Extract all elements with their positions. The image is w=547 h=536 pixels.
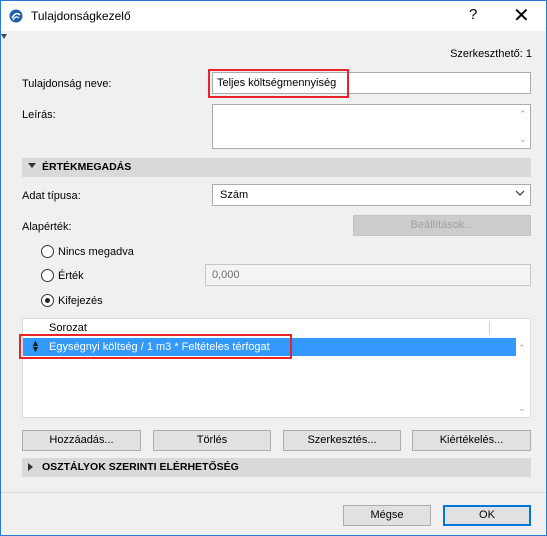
help-button[interactable]: ? xyxy=(469,6,477,23)
property-name-input[interactable] xyxy=(212,72,531,94)
default-value-label: Alapérték: xyxy=(22,221,72,233)
list-item-text: Egységnyi költség / 1 m3 * Feltételes té… xyxy=(49,341,270,353)
classes-section-header[interactable]: OSZTÁLYOK SZERINTI ELÉRHETŐSÉG xyxy=(22,458,531,477)
close-button[interactable]: ✕ xyxy=(513,3,530,28)
data-type-select[interactable]: Szám xyxy=(212,184,531,206)
description-scrollbar[interactable]: ⌃ ⌄ xyxy=(516,105,530,148)
title-bar[interactable]: Tulajdonságkezelő ? ✕ xyxy=(1,1,546,31)
radio-value-label: Érték xyxy=(58,270,84,282)
footer-divider xyxy=(1,492,546,493)
chevron-down-icon xyxy=(515,190,525,196)
radio-not-set-label: Nincs megadva xyxy=(58,246,134,258)
scroll-up-icon[interactable]: ⌃ xyxy=(518,344,526,353)
value-input[interactable]: 0,000 xyxy=(205,264,531,286)
editable-count: Szerkeszthető: 1 xyxy=(450,48,532,60)
radio-expression[interactable] xyxy=(41,294,54,307)
edit-button[interactable]: Szerkesztés... xyxy=(283,430,401,451)
list-item[interactable]: ▲ ▼ Egységnyi költség / 1 m3 * Feltételes… xyxy=(23,338,516,356)
settings-button[interactable]: Beállítások... xyxy=(353,215,531,236)
column-separator[interactable] xyxy=(489,321,490,335)
collapse-triangle-icon xyxy=(28,163,36,168)
data-type-label: Adat típusa: xyxy=(22,190,81,202)
data-type-value: Szám xyxy=(220,189,249,201)
radio-expression-label: Kifejezés xyxy=(58,295,103,307)
property-manager-dialog: Tulajdonságkezelő ? ✕ Szerkeszthető: 1 T… xyxy=(0,0,547,536)
list-header-sorozat: Sorozat xyxy=(49,322,87,334)
corner-marker-icon xyxy=(1,34,7,39)
property-name-label: Tulajdonság neve: xyxy=(22,78,112,90)
evaluate-button[interactable]: Kiértékelés... xyxy=(412,430,531,451)
scroll-up-icon[interactable]: ⌃ xyxy=(519,110,527,119)
window-title: Tulajdonságkezelő xyxy=(31,9,131,23)
add-button[interactable]: Hozzáadás... xyxy=(22,430,141,451)
description-input[interactable]: ⌃ ⌄ xyxy=(212,104,531,149)
radio-not-set[interactable] xyxy=(41,245,54,258)
scroll-down-icon[interactable]: ⌄ xyxy=(519,135,527,144)
delete-button[interactable]: Törlés xyxy=(153,430,271,451)
value-section-title: ÉRTÉKMEGADÁS xyxy=(42,161,132,173)
list-header: Sorozat xyxy=(23,319,516,337)
list-scrollbar[interactable]: ⌃ ⌄ xyxy=(515,338,530,418)
app-logo-icon xyxy=(9,9,23,23)
drag-handle-icon[interactable]: ▲ ▼ xyxy=(31,339,40,354)
value-section-header[interactable]: ÉRTÉKMEGADÁS xyxy=(22,158,531,177)
expression-list: Sorozat ▲ ▼ Egységnyi költség / 1 m3 * Fe… xyxy=(22,318,531,418)
cancel-button[interactable]: Mégse xyxy=(343,505,431,526)
scroll-down-icon[interactable]: ⌄ xyxy=(518,404,526,413)
description-label: Leírás: xyxy=(22,109,56,121)
ok-button[interactable]: OK xyxy=(443,505,531,526)
radio-value[interactable] xyxy=(41,269,54,282)
classes-section-title: OSZTÁLYOK SZERINTI ELÉRHETŐSÉG xyxy=(42,461,239,473)
expand-triangle-icon xyxy=(28,463,33,471)
